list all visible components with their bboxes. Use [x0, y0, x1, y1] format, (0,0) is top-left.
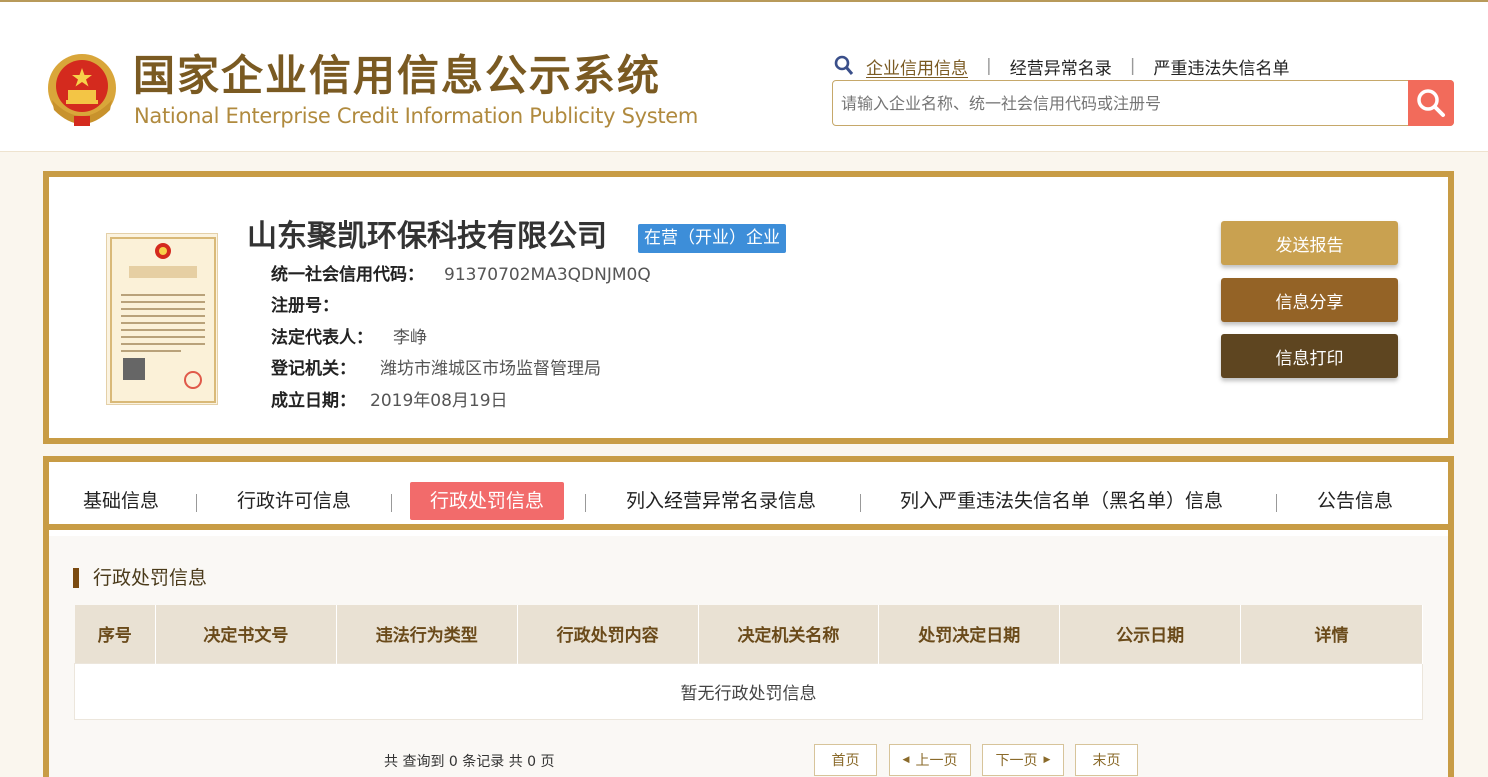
search-button[interactable]: [1408, 80, 1454, 126]
tab-separator: [196, 494, 197, 512]
tab-admin-penalty[interactable]: 行政处罚信息: [410, 482, 565, 520]
license-thumbnail-icon: [110, 237, 216, 403]
tab-abnormal-list[interactable]: 列入经营异常名录信息: [626, 482, 816, 520]
info-value: 李峥: [393, 328, 427, 348]
tab-basic-info[interactable]: 基础信息: [83, 482, 159, 520]
search-tab-abnormal-list[interactable]: 经营异常名录: [1010, 54, 1112, 79]
tab-separator: [585, 494, 586, 512]
search-type-nav: 企业信用信息 | 经营异常名录 | 严重违法失信名单: [834, 52, 1289, 80]
info-tabs: 基础信息 行政许可信息 行政处罚信息 列入经营异常名录信息 列入严重违法失信名单…: [49, 462, 1448, 530]
info-registration-authority: 登记机关： 潍坊市潍城区市场监督管理局: [271, 357, 601, 381]
tab-separator: [391, 494, 392, 512]
search-icon: [1417, 89, 1445, 117]
column-header: 详情: [1240, 605, 1423, 663]
search-icon: [834, 55, 854, 75]
tab-content: 行政处罚信息 序号 决定书文号 违法行为类型 行政处罚内容 决定机关名称 处罚决…: [49, 536, 1448, 777]
send-report-button[interactable]: 发送报告: [1221, 221, 1398, 265]
site-title-en: National Enterprise Credit Information P…: [134, 104, 699, 128]
section-title: 行政处罚信息: [73, 568, 207, 588]
info-label: 法定代表人：: [271, 328, 373, 348]
column-header: 违法行为类型: [336, 605, 518, 663]
info-value: 潍坊市潍城区市场监督管理局: [380, 359, 601, 379]
info-label: 成立日期：: [271, 391, 356, 411]
info-legal-rep: 法定代表人： 李峥: [271, 326, 427, 350]
site-title-cn: 国家企业信用信息公示系统: [133, 51, 662, 100]
site-header: 国家企业信用信息公示系统 National Enterprise Credit …: [0, 2, 1488, 152]
info-reg-number: 注册号：: [271, 294, 353, 318]
column-header: 行政处罚内容: [517, 605, 699, 663]
prev-label: 上一页: [915, 753, 958, 769]
column-header: 序号: [74, 605, 156, 663]
column-header: 决定书文号: [155, 605, 337, 663]
next-page-button[interactable]: 下一页 ▶: [982, 744, 1064, 776]
search-input[interactable]: [841, 90, 1401, 116]
business-license-image[interactable]: [106, 233, 218, 405]
first-page-button[interactable]: 首页: [814, 744, 877, 776]
company-name: 山东聚凯环保科技有限公司: [247, 219, 607, 254]
info-credit-code: 统一社会信用代码： 91370702MA3QDNJM0Q: [271, 263, 651, 287]
detail-panel: 基础信息 行政许可信息 行政处罚信息 列入经营异常名录信息 列入严重违法失信名单…: [43, 456, 1454, 777]
penalty-table: 序号 决定书文号 违法行为类型 行政处罚内容 决定机关名称 处罚决定日期 公示日…: [74, 605, 1423, 720]
column-header: 公示日期: [1059, 605, 1242, 663]
empty-message: 暂无行政处罚信息: [74, 662, 1423, 720]
column-header: 决定机关名称: [698, 605, 880, 663]
info-label: 统一社会信用代码：: [271, 265, 424, 285]
search-bar: [832, 80, 1454, 126]
search-tab-blacklist[interactable]: 严重违法失信名单: [1153, 54, 1289, 79]
print-info-button[interactable]: 信息打印: [1221, 334, 1398, 378]
prev-page-button[interactable]: ◀ 上一页: [889, 744, 971, 776]
company-summary-card: 山东聚凯环保科技有限公司 在营（开业）企业 统一社会信用代码： 91370702M…: [43, 171, 1454, 444]
tab-admin-license[interactable]: 行政许可信息: [237, 482, 351, 520]
search-tab-credit-info[interactable]: 企业信用信息: [866, 54, 968, 79]
info-value: 91370702MA3QDNJM0Q: [444, 265, 651, 285]
caret-right-icon: ▶: [1043, 755, 1051, 765]
info-label: 注册号：: [271, 296, 339, 316]
status-badge: 在营（开业）企业: [638, 224, 786, 253]
tab-separator: [860, 494, 861, 512]
tab-separator: [1276, 494, 1277, 512]
caret-left-icon: ◀: [902, 755, 910, 765]
tab-announcements[interactable]: 公告信息: [1317, 482, 1393, 520]
tab-blacklist[interactable]: 列入严重违法失信名单（黑名单）信息: [900, 482, 1223, 520]
national-emblem-icon: [48, 54, 116, 126]
next-label: 下一页: [995, 753, 1038, 769]
info-label: 登记机关：: [271, 359, 356, 379]
info-established-date: 成立日期： 2019年08月19日: [271, 389, 508, 413]
share-info-button[interactable]: 信息分享: [1221, 278, 1398, 322]
nav-separator: |: [1129, 56, 1136, 76]
table-row: 暂无行政处罚信息: [74, 662, 1423, 720]
nav-separator: |: [986, 56, 992, 76]
info-value: 2019年08月19日: [370, 391, 508, 411]
table-header-row: 序号 决定书文号 违法行为类型 行政处罚内容 决定机关名称 处罚决定日期 公示日…: [74, 605, 1423, 663]
column-header: 处罚决定日期: [878, 605, 1061, 663]
pagination-summary: 共 查询到 0 条记录 共 0 页: [384, 754, 555, 770]
last-page-button[interactable]: 末页: [1075, 744, 1138, 776]
